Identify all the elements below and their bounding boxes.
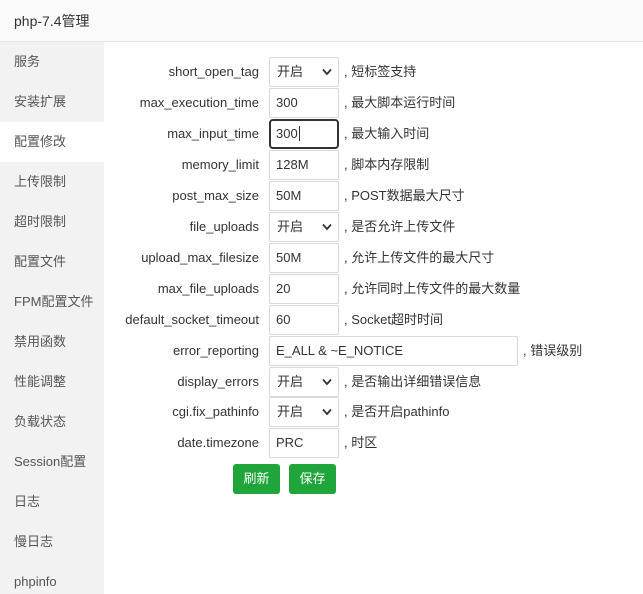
sidebar-item-load-status[interactable]: 负载状态 [0,402,104,442]
chevron-down-icon [322,223,332,231]
save-button[interactable]: 保存 [289,464,336,494]
sidebar-item-performance-tuning[interactable]: 性能调整 [0,362,104,402]
sidebar-item-service[interactable]: 服务 [0,42,104,82]
sidebar-item-phpinfo[interactable]: phpinfo [0,562,104,594]
setting-row: default_socket_timeout 60 , Socket超时时间 [104,305,643,335]
setting-row: file_uploads 开启 , 是否允许上传文件 [104,212,643,242]
setting-row: short_open_tag 开启 , 短标签支持 [104,57,643,87]
setting-row: memory_limit 128M , 脚本内存限制 [104,150,643,180]
select-value: 开启 [277,64,304,79]
setting-hint: , 短标签支持 [344,64,417,79]
sidebar-item-log[interactable]: 日志 [0,482,104,522]
setting-row: max_input_time 300 , 最大输入时间 [104,119,643,149]
sidebar: 服务 安装扩展 配置修改 上传限制 超时限制 配置文件 FPM配置文件 禁用函数… [0,42,104,594]
setting-label: post_max_size [172,188,259,203]
sidebar-item-disabled-functions[interactable]: 禁用函数 [0,322,104,362]
date-timezone-input[interactable]: PRC [269,428,339,458]
error-reporting-input[interactable]: E_ALL & ~E_NOTICE [269,336,518,366]
default-socket-timeout-input[interactable]: 60 [269,305,339,335]
setting-hint: , POST数据最大尺寸 [344,188,465,203]
setting-hint: , 允许上传文件的最大尺寸 [344,250,495,265]
chevron-down-icon [322,378,332,386]
setting-label: error_reporting [173,343,259,358]
setting-label: file_uploads [189,219,259,234]
select-value: 开启 [277,404,304,419]
display-errors-select[interactable]: 开启 [269,367,339,397]
file-uploads-select[interactable]: 开启 [269,212,339,242]
setting-row: post_max_size 50M , POST数据最大尺寸 [104,181,643,211]
max-file-uploads-input[interactable]: 20 [269,274,339,304]
setting-label: default_socket_timeout [125,312,259,327]
short-open-tag-select[interactable]: 开启 [269,57,339,87]
setting-hint: , 是否允许上传文件 [344,219,456,234]
setting-label: max_execution_time [139,95,259,110]
setting-hint: , 脚本内存限制 [344,157,430,172]
setting-row: error_reporting E_ALL & ~E_NOTICE , 错误级别 [104,336,643,366]
upload-max-filesize-input[interactable]: 50M [269,243,339,273]
setting-hint: , 最大输入时间 [344,126,430,141]
setting-label: upload_max_filesize [141,250,259,265]
max-input-time-input[interactable]: 300 [269,119,339,149]
max-execution-time-input[interactable]: 300 [269,88,339,118]
setting-row: display_errors 开启 , 是否输出详细错误信息 [104,367,643,397]
refresh-button[interactable]: 刷新 [233,464,280,494]
setting-row: max_file_uploads 20 , 允许同时上传文件的最大数量 [104,274,643,304]
input-value: 300 [276,126,298,141]
text-caret [298,126,300,141]
window-title: php-7.4管理 [14,13,90,29]
setting-label: short_open_tag [168,64,259,79]
setting-hint: , 最大脚本运行时间 [344,95,456,110]
sidebar-item-upload-limit[interactable]: 上传限制 [0,162,104,202]
setting-label: max_input_time [167,126,259,141]
setting-label: memory_limit [181,157,259,172]
setting-row: cgi.fix_pathinfo 开启 , 是否开启pathinfo [104,397,643,427]
select-value: 开启 [277,374,304,389]
sidebar-item-install-extension[interactable]: 安装扩展 [0,82,104,122]
memory-limit-input[interactable]: 128M [269,150,339,180]
setting-label: display_errors [177,374,259,389]
setting-hint: , 是否输出详细错误信息 [344,374,482,389]
setting-hint: , 是否开启pathinfo [344,404,450,419]
chevron-down-icon [322,68,332,76]
select-value: 开启 [277,219,304,234]
sidebar-item-config-edit[interactable]: 配置修改 [0,122,104,162]
setting-row: date.timezone PRC , 时区 [104,428,643,458]
title-bar: php-7.4管理 [0,0,643,42]
setting-row: upload_max_filesize 50M , 允许上传文件的最大尺寸 [104,243,643,273]
chevron-down-icon [322,408,332,416]
sidebar-item-config-file[interactable]: 配置文件 [0,242,104,282]
setting-label: date.timezone [177,435,259,450]
setting-row: max_execution_time 300 , 最大脚本运行时间 [104,88,643,118]
setting-label: cgi.fix_pathinfo [172,404,259,419]
setting-hint: , 错误级别 [523,343,583,358]
setting-label: max_file_uploads [157,281,259,296]
sidebar-item-timeout-limit[interactable]: 超时限制 [0,202,104,242]
sidebar-item-slow-log[interactable]: 慢日志 [0,522,104,562]
sidebar-item-fpm-config-file[interactable]: FPM配置文件 [0,282,104,322]
setting-hint: , Socket超时时间 [344,312,443,327]
post-max-size-input[interactable]: 50M [269,181,339,211]
setting-hint: , 时区 [344,435,378,450]
setting-hint: , 允许同时上传文件的最大数量 [344,281,521,296]
cgi-fix-pathinfo-select[interactable]: 开启 [269,397,339,427]
settings-panel: short_open_tag 开启 , 短标签支持 max_execution_… [104,42,643,594]
sidebar-item-session-config[interactable]: Session配置 [0,442,104,482]
